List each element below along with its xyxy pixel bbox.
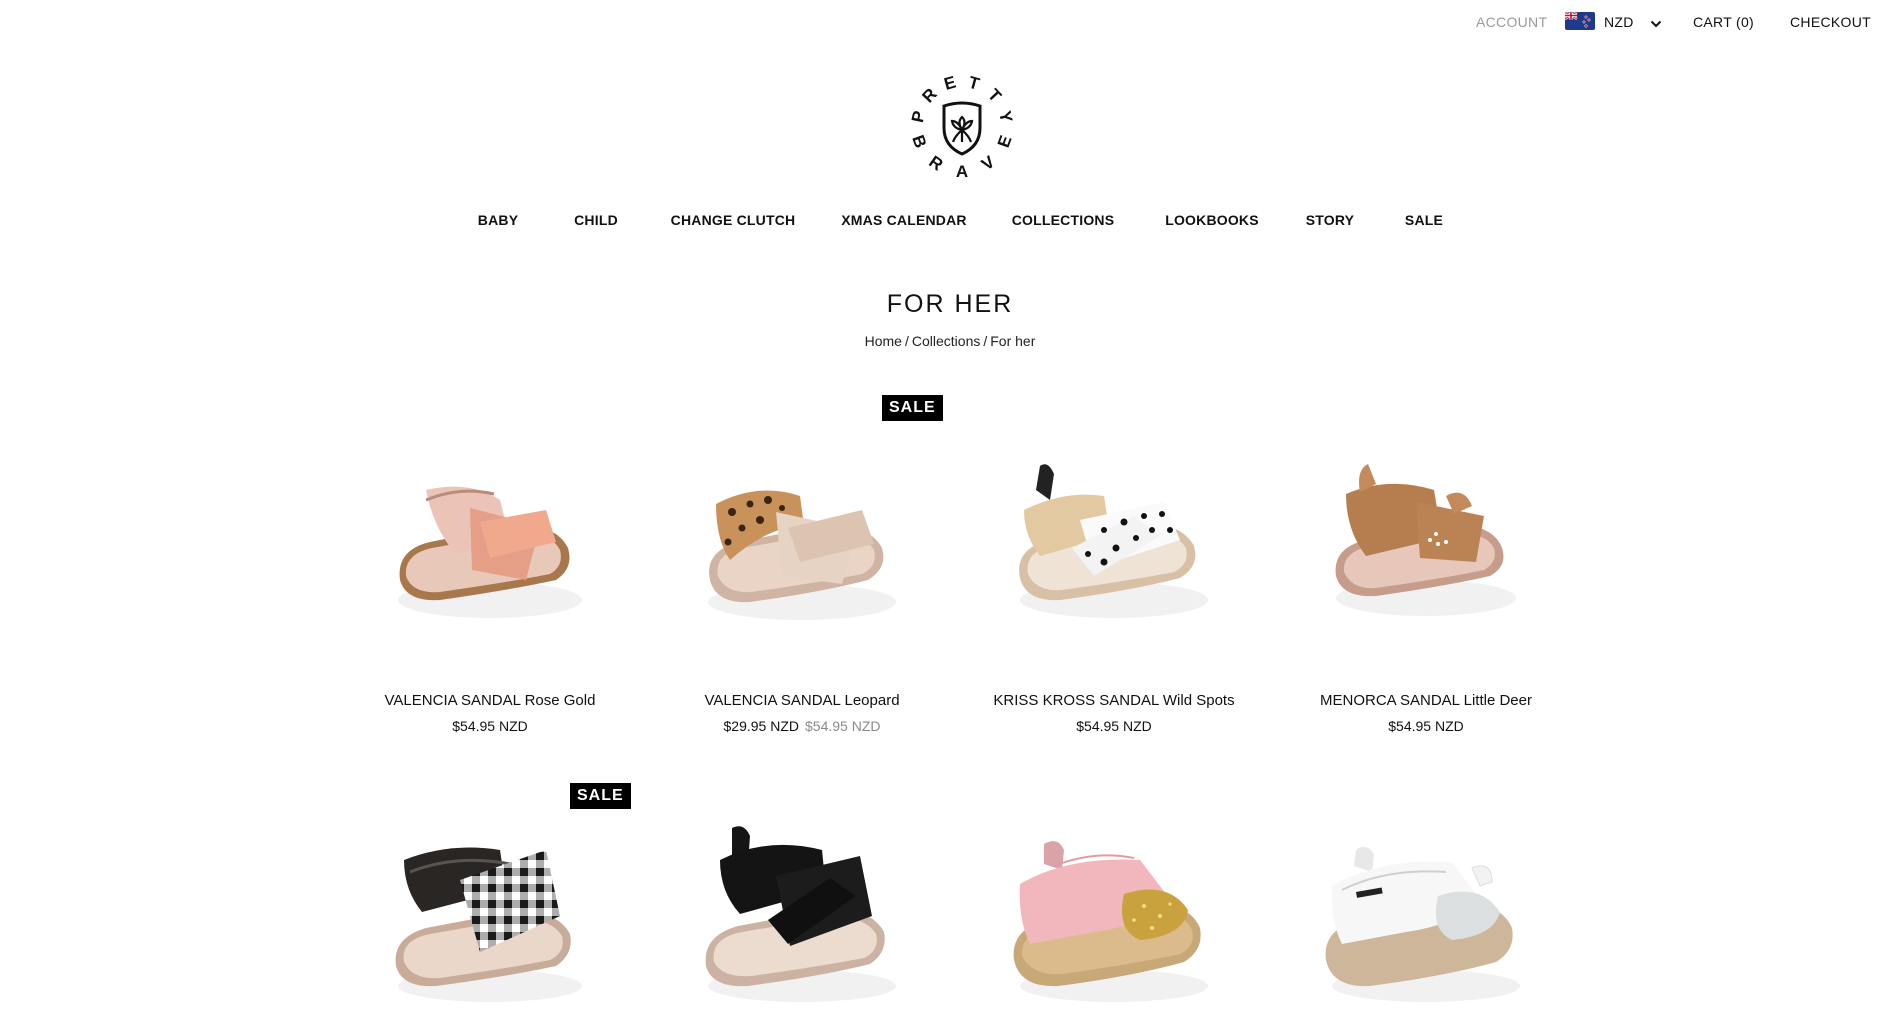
logo-letter: E [942, 73, 958, 94]
sale-badge: SALE [882, 395, 943, 421]
nav-item-child[interactable]: CHILD [574, 212, 618, 228]
product-price: $54.95 NZD [340, 718, 640, 734]
product-card[interactable] [1276, 820, 1576, 1009]
current-price: $54.95 NZD [452, 718, 528, 734]
product-image[interactable] [672, 820, 932, 1009]
logo-letter: E [994, 133, 1016, 150]
logo-letter: V [978, 152, 999, 174]
product-price: $29.95 NZD $54.95 NZD [652, 718, 952, 734]
product-card[interactable]: SALE [340, 783, 640, 1009]
product-card[interactable] [652, 820, 952, 1009]
current-price: $54.95 NZD [1388, 718, 1464, 734]
product-title[interactable]: VALENCIA SANDAL Rose Gold [340, 692, 640, 709]
product-image[interactable] [984, 820, 1244, 1009]
breadcrumb-home[interactable]: Home [865, 333, 902, 349]
product-title[interactable]: KRISS KROSS SANDAL Wild Spots [964, 692, 1264, 709]
logo-letter: T [966, 73, 982, 94]
page-title: FOR HER [886, 290, 1014, 318]
breadcrumb-separator: / [983, 333, 988, 349]
currency-select[interactable]: NZD [1604, 14, 1634, 30]
brand-logo[interactable]: PRETTYBRAVE [906, 70, 1018, 182]
nav-item-lookbooks[interactable]: LOOKBOOKS [1165, 212, 1259, 228]
sale-price: $29.95 NZD [723, 718, 799, 734]
flower-icon [950, 115, 974, 143]
product-card[interactable] [964, 820, 1264, 1009]
breadcrumb-collections[interactable]: Collections [912, 333, 980, 349]
breadcrumb-current: For her [990, 333, 1036, 349]
logo-letter: A [956, 162, 968, 181]
nav-item-baby[interactable]: BABY [478, 212, 518, 228]
logo-letter: Y [995, 109, 1016, 125]
product-image[interactable] [1296, 820, 1556, 1009]
logo-letter: R [925, 152, 946, 175]
product-image[interactable] [1296, 430, 1556, 660]
product-image[interactable] [984, 430, 1244, 660]
breadcrumb: Home / Collections / For her [0, 333, 1900, 349]
product-card[interactable]: VALENCIA SANDAL Rose Gold $54.95 NZD [340, 430, 640, 740]
top-bar: ACCOUNT NZD CART (0) CHECKOUT [0, 0, 1900, 44]
product-image[interactable] [672, 430, 932, 660]
nav-item-sale[interactable]: SALE [1405, 212, 1443, 228]
main-nav: BABY CHILD CHANGE CLUTCH XMAS CALENDAR C… [0, 212, 1900, 232]
cart-link[interactable]: CART (0) [1693, 14, 1754, 30]
product-title[interactable]: MENORCA SANDAL Little Deer [1276, 692, 1576, 709]
nav-item-xmas-calendar[interactable]: XMAS CALENDAR [841, 212, 967, 228]
product-card[interactable]: MENORCA SANDAL Little Deer $54.95 NZD [1276, 430, 1576, 740]
nav-item-collections[interactable]: COLLECTIONS [1012, 212, 1115, 228]
product-price: $54.95 NZD [1276, 718, 1576, 734]
logo-letter: B [908, 133, 930, 151]
chevron-down-icon[interactable] [1650, 16, 1662, 34]
product-image[interactable] [360, 430, 620, 660]
product-title[interactable]: VALENCIA SANDAL Leopard [652, 692, 952, 709]
product-image[interactable] [360, 820, 620, 1009]
compare-at-price: $54.95 NZD [805, 718, 881, 734]
account-link[interactable]: ACCOUNT [1476, 14, 1547, 30]
product-card[interactable]: SALE VALENCIA SANDAL Leopard $29.95 NZD $… [652, 395, 952, 740]
sale-badge: SALE [570, 783, 631, 809]
logo-letter: R [918, 85, 940, 107]
current-price: $54.95 NZD [1076, 718, 1152, 734]
checkout-link[interactable]: CHECKOUT [1790, 14, 1871, 30]
nz-flag-icon[interactable] [1565, 12, 1595, 30]
breadcrumb-separator: / [904, 333, 909, 349]
product-price: $54.95 NZD [964, 718, 1264, 734]
nav-item-story[interactable]: STORY [1306, 212, 1354, 228]
logo-letter: P [908, 109, 929, 124]
nav-item-change-clutch[interactable]: CHANGE CLUTCH [671, 212, 796, 228]
product-card[interactable]: KRISS KROSS SANDAL Wild Spots $54.95 NZD [964, 430, 1264, 740]
logo-letter: T [984, 85, 1005, 106]
